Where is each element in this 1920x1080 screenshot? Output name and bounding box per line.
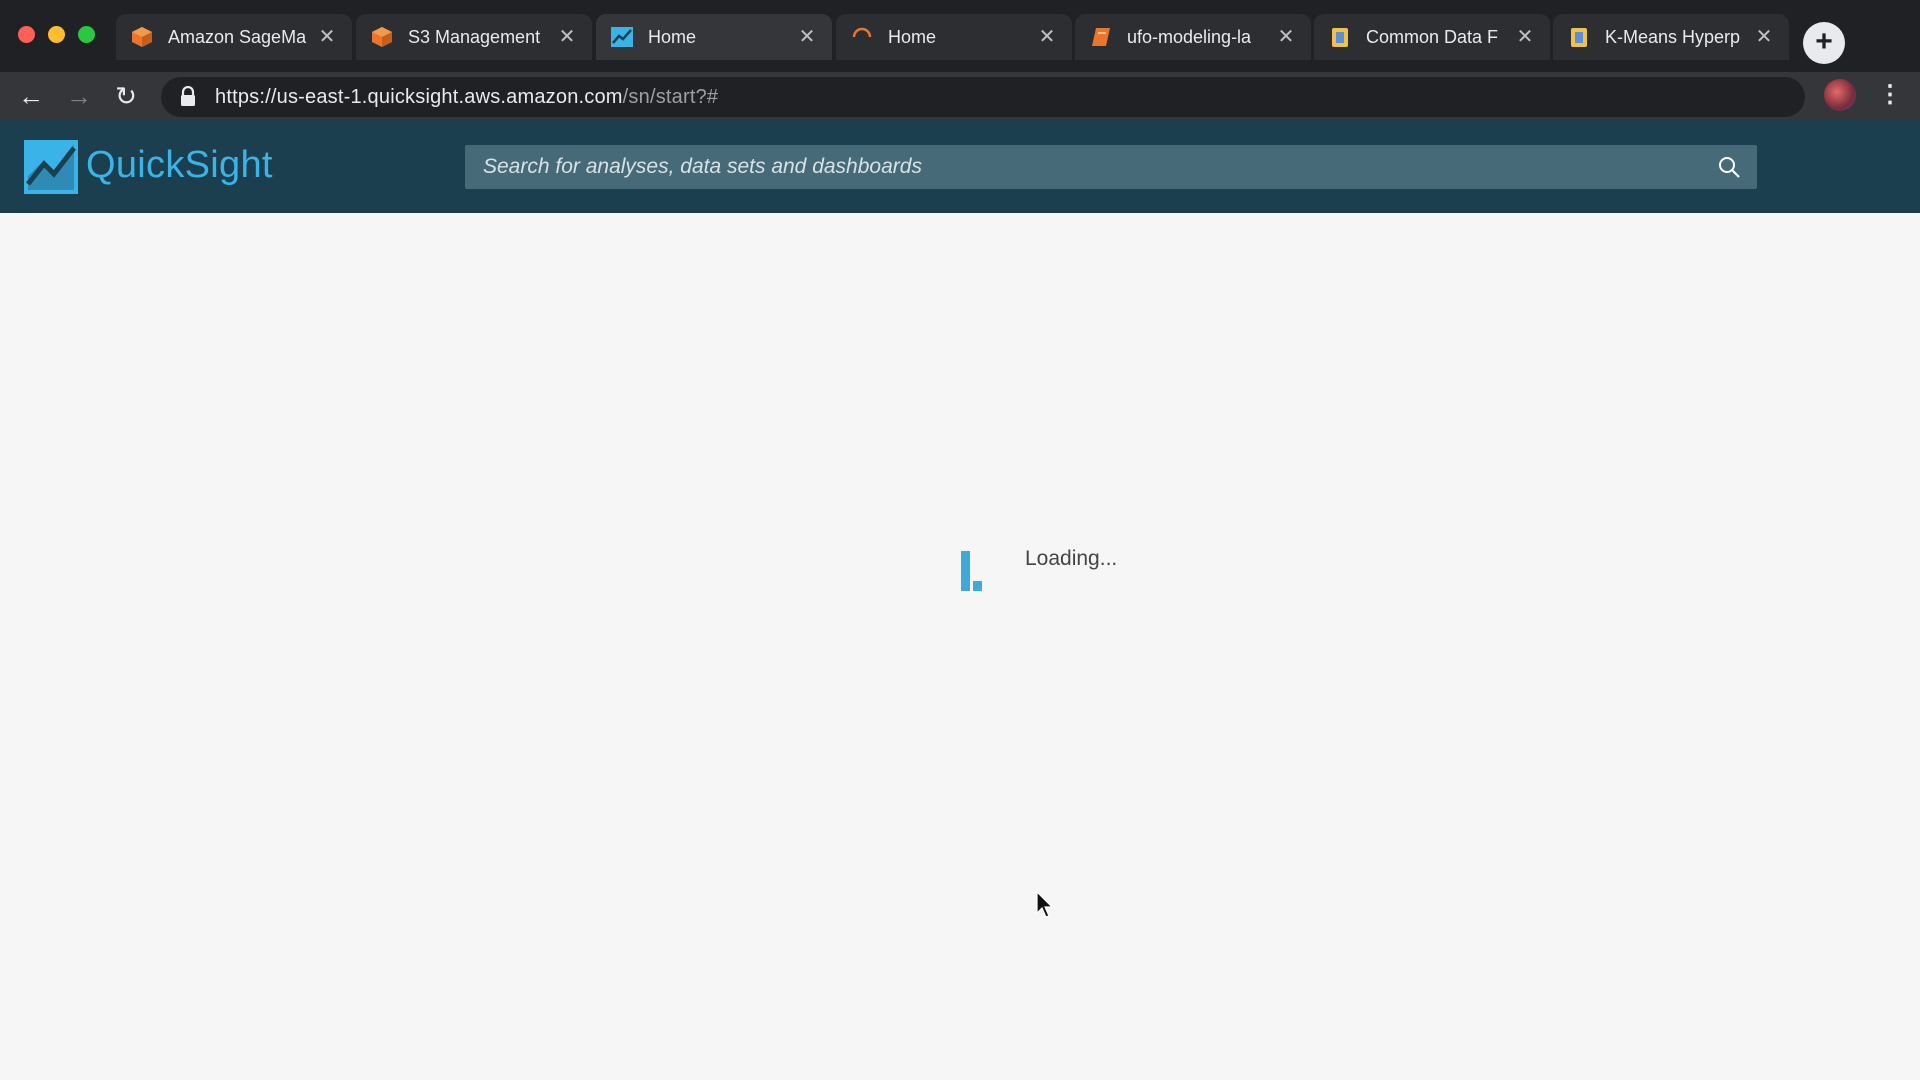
browser-tab-s3[interactable]: S3 Management ✕ <box>356 14 592 60</box>
quicksight-icon <box>610 25 634 49</box>
browser-tab-sagemaker[interactable]: Amazon SageMa ✕ <box>116 14 352 60</box>
close-icon[interactable]: ✕ <box>556 26 578 48</box>
loading-indicator-icon <box>961 551 982 591</box>
window-close-button[interactable] <box>18 26 35 43</box>
quicksight-brand[interactable]: QuickSight <box>86 144 273 187</box>
loading-text: Loading... <box>1025 547 1118 570</box>
browser-tab-kmeans[interactable]: K-Means Hyperp ✕ <box>1553 14 1789 60</box>
lock-icon <box>181 86 195 106</box>
profile-avatar[interactable] <box>1824 79 1856 111</box>
close-icon[interactable]: ✕ <box>1753 26 1775 48</box>
docs-icon <box>1567 25 1591 49</box>
browser-toolbar: ← → ↻ https://us-east-1.quicksight.aws.a… <box>0 72 1920 120</box>
new-tab-button[interactable]: + <box>1803 22 1845 64</box>
quicksight-logo-icon[interactable] <box>24 140 78 194</box>
close-icon[interactable]: ✕ <box>1036 26 1058 48</box>
back-arrow-icon[interactable]: ← <box>15 80 47 112</box>
window-maximize-button[interactable] <box>78 26 95 43</box>
address-url[interactable]: https://us-east-1.quicksight.aws.amazon.… <box>215 86 718 109</box>
browser-chrome: Amazon SageMa ✕ S3 Management ✕ Home ✕ H… <box>0 0 1920 120</box>
tab-title: Common Data F <box>1366 26 1499 47</box>
forward-arrow-icon[interactable]: → <box>63 80 95 112</box>
mouse-cursor-icon <box>1036 891 1054 918</box>
url-path: /sn/start?# <box>622 85 719 108</box>
browser-tab-ufo-modeling[interactable]: ufo-modeling-la ✕ <box>1075 14 1311 60</box>
search-bar <box>465 145 1757 189</box>
aws-cube-icon <box>130 25 154 49</box>
tab-title: ufo-modeling-la <box>1127 26 1252 47</box>
address-bar[interactable]: https://us-east-1.quicksight.aws.amazon.… <box>161 77 1805 117</box>
url-host: https://us-east-1.quicksight.aws.amazon.… <box>215 85 623 108</box>
quicksight-header: QuickSight <box>0 120 1920 213</box>
close-icon[interactable]: ✕ <box>796 26 818 48</box>
aws-cube-icon <box>370 25 394 49</box>
search-icon[interactable] <box>1717 155 1741 179</box>
tab-title: K-Means Hyperp <box>1605 26 1741 47</box>
notebook-icon <box>1089 25 1113 49</box>
browser-tab-home-active[interactable]: Home ✕ <box>596 14 832 60</box>
tab-title: Amazon SageMa <box>168 26 307 47</box>
close-icon[interactable]: ✕ <box>316 26 338 48</box>
main-content: Loading... <box>0 213 1920 1080</box>
close-icon[interactable]: ✕ <box>1275 26 1297 48</box>
loading-spinner-icon <box>850 25 874 49</box>
close-icon[interactable]: ✕ <box>1514 26 1536 48</box>
reload-icon[interactable]: ↻ <box>110 80 142 112</box>
search-input[interactable] <box>465 145 1757 189</box>
tab-title: S3 Management <box>408 26 541 47</box>
docs-icon <box>1328 25 1352 49</box>
browser-tab-common-data[interactable]: Common Data F ✕ <box>1314 14 1550 60</box>
window-minimize-button[interactable] <box>48 26 65 43</box>
tab-title: Home <box>888 26 937 47</box>
tab-strip: Amazon SageMa ✕ S3 Management ✕ Home ✕ H… <box>0 0 1920 72</box>
kebab-menu-icon[interactable]: ⋮ <box>1878 80 1902 110</box>
browser-tab-home-loading[interactable]: Home ✕ <box>836 14 1072 60</box>
tab-title: Home <box>648 26 697 47</box>
